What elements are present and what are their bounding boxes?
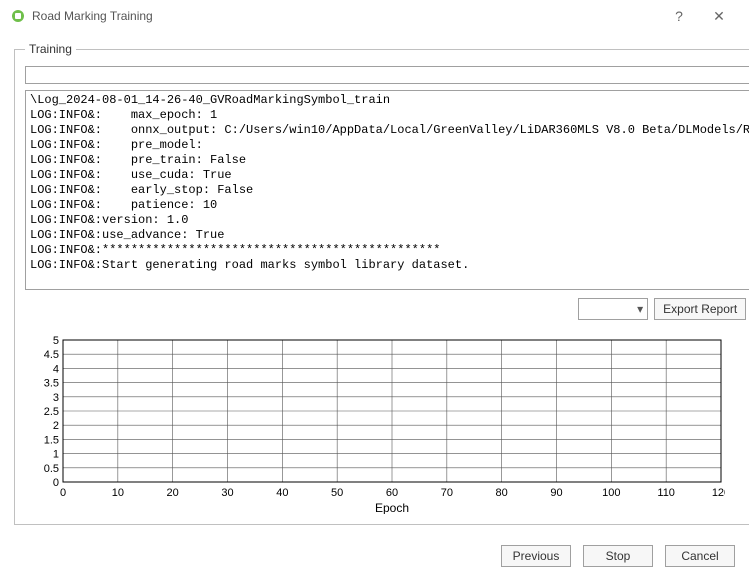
cancel-button[interactable]: Cancel bbox=[665, 545, 735, 567]
footer-row: Previous Stop Cancel bbox=[0, 535, 749, 567]
svg-text:0: 0 bbox=[53, 477, 59, 489]
svg-text:3: 3 bbox=[53, 392, 59, 404]
help-button[interactable]: ? bbox=[659, 8, 699, 24]
close-button[interactable]: ✕ bbox=[699, 8, 739, 25]
progress-bar bbox=[25, 66, 749, 84]
training-group: Training 0% \Log_2024-08-01_14-26-40_GVR… bbox=[14, 42, 749, 525]
export-select[interactable]: ▾ bbox=[578, 298, 648, 320]
progress-row: 0% bbox=[25, 66, 749, 84]
export-report-button[interactable]: Export Report bbox=[654, 298, 746, 320]
chart-area: 010203040506070809010011012000.511.522.5… bbox=[25, 334, 749, 514]
export-row: ▾ Export Report Export Onnx Model bbox=[25, 298, 749, 320]
content-area: Training 0% \Log_2024-08-01_14-26-40_GVR… bbox=[0, 32, 749, 535]
svg-text:30: 30 bbox=[221, 487, 233, 499]
previous-button[interactable]: Previous bbox=[501, 545, 571, 567]
log-text[interactable]: \Log_2024-08-01_14-26-40_GVRoadMarkingSy… bbox=[26, 91, 749, 289]
svg-text:40: 40 bbox=[276, 487, 288, 499]
svg-text:2: 2 bbox=[53, 420, 59, 432]
svg-text:20: 20 bbox=[167, 487, 179, 499]
svg-text:4.5: 4.5 bbox=[44, 349, 59, 361]
app-icon bbox=[10, 8, 26, 24]
stop-button[interactable]: Stop bbox=[583, 545, 653, 567]
chevron-down-icon: ▾ bbox=[637, 302, 643, 316]
svg-text:5: 5 bbox=[53, 335, 59, 347]
svg-text:120: 120 bbox=[712, 487, 725, 499]
svg-text:0: 0 bbox=[60, 487, 66, 499]
svg-text:50: 50 bbox=[331, 487, 343, 499]
svg-text:100: 100 bbox=[602, 487, 620, 499]
svg-text:3.5: 3.5 bbox=[44, 378, 59, 390]
svg-text:110: 110 bbox=[657, 487, 675, 499]
window-title: Road Marking Training bbox=[32, 9, 659, 23]
svg-text:10: 10 bbox=[112, 487, 124, 499]
svg-text:90: 90 bbox=[550, 487, 562, 499]
svg-text:1: 1 bbox=[53, 449, 59, 461]
group-title: Training bbox=[25, 42, 76, 56]
svg-text:2.5: 2.5 bbox=[44, 406, 59, 418]
svg-text:0.5: 0.5 bbox=[44, 463, 59, 475]
svg-text:4: 4 bbox=[53, 363, 59, 375]
loss-chart: 010203040506070809010011012000.511.522.5… bbox=[25, 334, 725, 514]
svg-text:1.5: 1.5 bbox=[44, 434, 59, 446]
svg-text:60: 60 bbox=[386, 487, 398, 499]
svg-text:70: 70 bbox=[441, 487, 453, 499]
titlebar: Road Marking Training ? ✕ bbox=[0, 0, 749, 32]
svg-text:80: 80 bbox=[496, 487, 508, 499]
log-area: \Log_2024-08-01_14-26-40_GVRoadMarkingSy… bbox=[25, 90, 749, 290]
svg-text:Epoch: Epoch bbox=[375, 501, 409, 514]
